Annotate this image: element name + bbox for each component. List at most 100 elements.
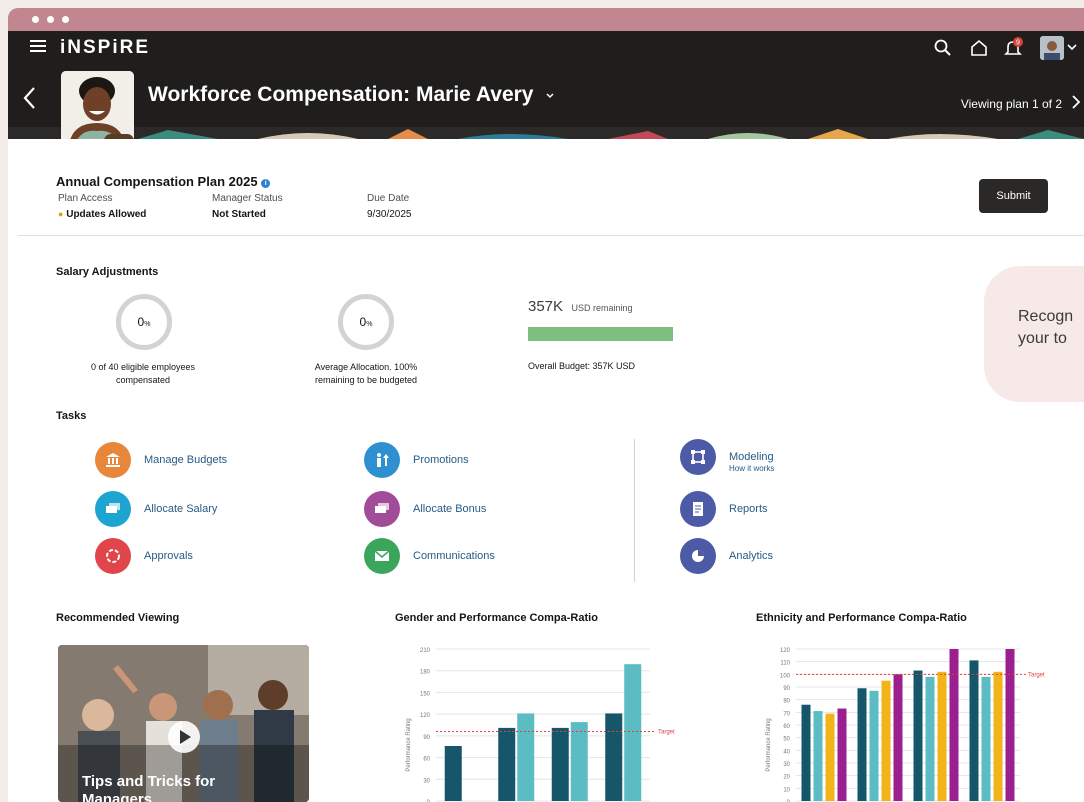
- target-label: Target: [658, 730, 675, 736]
- plan-access-text: Updates Allowed: [66, 209, 147, 220]
- caption-line: 0 of 40 eligible employees: [90, 362, 196, 372]
- chevron-down-icon[interactable]: [545, 91, 555, 101]
- y-tick-label: 210: [420, 648, 431, 654]
- due-date-value: 9/30/2025: [367, 209, 412, 220]
- chart-bar: [881, 680, 891, 801]
- y-tick-label: 120: [780, 648, 791, 654]
- chart-bar: [444, 745, 462, 801]
- caption-line: compensated: [115, 375, 171, 385]
- y-tick-label: 30: [783, 762, 790, 768]
- task-label: Analytics: [729, 550, 774, 562]
- chart-bar: [937, 671, 947, 801]
- task-icon-circle: [364, 538, 400, 574]
- window-titlebar: [8, 8, 1084, 31]
- report-icon: [693, 502, 703, 516]
- recommended-section-title: Recommended Viewing: [56, 612, 180, 624]
- section-divider: [18, 235, 1084, 236]
- page-title-text: Workforce Compensation: Marie Avery: [148, 83, 534, 106]
- back-icon[interactable]: [20, 85, 40, 111]
- y-tick-label: 30: [423, 778, 430, 784]
- how-it-works-link[interactable]: How it works: [729, 464, 774, 473]
- main-content: Annual Compensation Plan 2025 i Plan Acc…: [8, 139, 1084, 802]
- bonus-icon: [375, 503, 389, 513]
- info-icon[interactable]: i: [261, 179, 271, 188]
- allocation-gauge: 0%: [338, 294, 394, 350]
- chart-bar: [551, 727, 569, 801]
- header-bar: iNSPiRE 9 ... Workforce Compensation: Ma…: [8, 31, 1084, 139]
- y-tick-label: 10: [783, 787, 790, 793]
- chart-bar: [949, 649, 959, 801]
- y-tick-label: 20: [783, 775, 790, 781]
- play-button[interactable]: [168, 721, 200, 753]
- callout-text: Recogn your to: [1018, 306, 1073, 350]
- chart-bar: [605, 713, 623, 801]
- employee-photo: [61, 71, 134, 139]
- caption-line: Average Allocation. 100%: [314, 362, 418, 372]
- submit-button[interactable]: Submit: [979, 179, 1048, 213]
- y-tick-label: 60: [423, 757, 430, 763]
- window-dot[interactable]: [62, 16, 69, 23]
- chart-bar: [925, 676, 935, 801]
- viewing-plan-text: Viewing plan 1 of 2: [960, 97, 1062, 111]
- banner-decoration: [8, 127, 1084, 139]
- manager-status-value: Not Started: [212, 209, 266, 220]
- chevron-right-icon[interactable]: [1070, 93, 1082, 111]
- user-avatar-image: [1040, 36, 1064, 60]
- budget-remaining: 357K USD remaining: [528, 298, 633, 316]
- y-axis-label: Performance Rating: [766, 718, 772, 771]
- y-tick-label: 60: [783, 724, 790, 730]
- budget-remaining-amount: 357K: [528, 298, 564, 315]
- task-icon-circle: [364, 491, 400, 527]
- task-icon-circle: [364, 442, 400, 478]
- gauge-unit: %: [144, 321, 151, 328]
- gauge-unit: %: [366, 321, 373, 328]
- ethnicity-chart-title: Ethnicity and Performance Compa-Ratio: [756, 612, 967, 624]
- video-card[interactable]: Tips and Tricks for Managers: [58, 645, 309, 802]
- tasks-section-title: Tasks: [56, 410, 87, 422]
- analytics-icon: [692, 550, 704, 562]
- home-icon[interactable]: [968, 37, 990, 59]
- chart-bar: [869, 690, 879, 801]
- bell-icon[interactable]: 9: [1002, 37, 1024, 59]
- manager-status-label: Manager Status: [212, 193, 283, 204]
- y-tick-label: 110: [780, 661, 790, 667]
- search-icon[interactable]: [932, 37, 954, 59]
- plan-title: Annual Compensation Plan 2025 i: [56, 174, 271, 189]
- chart-bar: [837, 708, 847, 801]
- allocation-gauge-value: 0%: [343, 299, 389, 348]
- chart-bar: [893, 674, 903, 801]
- chart-bar: [1005, 649, 1015, 801]
- callout-line: your to: [1018, 330, 1067, 347]
- plan-title-text: Annual Compensation Plan 2025: [56, 174, 258, 189]
- chart-bar: [857, 688, 867, 801]
- y-tick-label: 180: [420, 670, 431, 676]
- employees-gauge: 0%: [116, 294, 172, 350]
- window-dot[interactable]: [32, 16, 39, 23]
- window-dot[interactable]: [47, 16, 54, 23]
- task-label: Approvals: [144, 550, 193, 562]
- task-label: Promotions: [413, 454, 469, 466]
- y-tick-label: 150: [420, 691, 431, 697]
- task-label: Modeling: [729, 451, 774, 463]
- gender-chart: 0306090120150180210Performance RatingTar…: [406, 648, 675, 802]
- chart-bar: [570, 722, 588, 801]
- task-label: Reports: [729, 503, 768, 515]
- recognition-callout[interactable]: Recogn your to: [984, 266, 1084, 402]
- video-title-line: Tips and Tricks for: [82, 773, 216, 790]
- chart-bar: [969, 660, 979, 801]
- user-avatar[interactable]: [1040, 36, 1064, 60]
- money-icon: [106, 503, 120, 513]
- app-window: iNSPiRE 9 ... Workforce Compensation: Ma…: [8, 8, 1084, 802]
- allocation-gauge-caption: Average Allocation. 100% remaining to be…: [286, 361, 446, 387]
- ethnicity-chart: 0102030405060708090100110120Performance …: [766, 648, 1045, 802]
- y-tick-label: 50: [783, 737, 790, 743]
- y-tick-label: 70: [783, 711, 790, 717]
- plan-access-value: ● Updates Allowed: [58, 209, 146, 220]
- menu-icon[interactable]: [30, 40, 46, 54]
- chevron-down-icon[interactable]: [1066, 41, 1078, 53]
- gender-chart-title: Gender and Performance Compa-Ratio: [395, 612, 598, 624]
- chart-bar: [498, 727, 516, 801]
- chart-bar: [801, 704, 811, 801]
- caption-line: remaining to be budgeted: [314, 375, 418, 385]
- due-date-label: Due Date: [367, 193, 410, 204]
